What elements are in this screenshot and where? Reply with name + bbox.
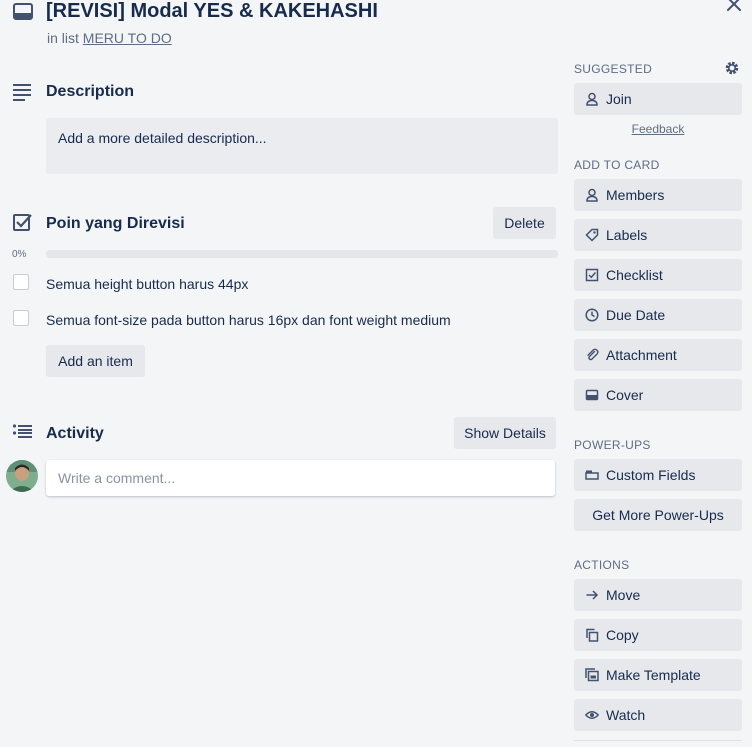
add-to-card-label: ADD TO CARD — [574, 158, 660, 172]
copy-button[interactable]: Copy — [574, 619, 742, 651]
in-list-text: in list MERU TO DO — [47, 29, 172, 47]
description-icon — [12, 81, 34, 103]
feedback-link[interactable]: Feedback — [574, 121, 742, 137]
due-date-label: Due Date — [606, 307, 666, 323]
make-template-label: Make Template — [606, 667, 701, 683]
checklist-item-checkbox[interactable] — [13, 310, 29, 326]
checklist-icon — [12, 213, 34, 235]
power-ups-label: POWER-UPS — [574, 438, 651, 452]
add-checklist-item-button[interactable]: Add an item — [46, 345, 145, 377]
get-more-power-ups-label: Get More Power-Ups — [592, 507, 724, 523]
template-icon — [584, 667, 600, 683]
cover-label: Cover — [606, 387, 644, 403]
custom-fields-button[interactable]: Custom Fields — [574, 459, 742, 491]
checklist-button[interactable]: Checklist — [574, 259, 742, 291]
cover-button[interactable]: Cover — [574, 379, 742, 411]
close-icon[interactable] — [722, 0, 746, 16]
in-list-prefix: in list — [47, 30, 79, 46]
get-more-power-ups-button[interactable]: Get More Power-Ups — [574, 499, 742, 531]
members-button[interactable]: Members — [574, 179, 742, 211]
watch-label: Watch — [606, 707, 646, 723]
person-icon — [584, 187, 600, 203]
actions-label: ACTIONS — [574, 558, 630, 572]
cover-icon — [584, 387, 600, 403]
clock-icon — [584, 307, 600, 323]
comment-input[interactable] — [46, 460, 555, 496]
labels-label: Labels — [606, 227, 648, 243]
activity-icon — [12, 423, 34, 445]
checklist-item-text[interactable]: Semua font-size pada button harus 16px d… — [46, 311, 451, 329]
person-icon — [584, 91, 600, 107]
make-template-button[interactable]: Make Template — [574, 659, 742, 691]
checklist-progress-percent: 0% — [12, 249, 27, 260]
tag-icon — [584, 227, 600, 243]
attachment-label: Attachment — [606, 347, 677, 363]
copy-icon — [584, 627, 600, 643]
copy-label: Copy — [606, 627, 639, 643]
due-date-button[interactable]: Due Date — [574, 299, 742, 331]
move-label: Move — [606, 587, 641, 603]
custom-fields-icon — [584, 467, 600, 483]
checklist-progress-bar — [46, 250, 558, 258]
description-heading: Description — [46, 83, 135, 100]
checklist-heading[interactable]: Poin yang Direvisi — [46, 214, 185, 234]
arrow-right-icon — [584, 587, 600, 603]
eye-icon — [584, 707, 600, 723]
delete-checklist-button[interactable]: Delete — [493, 207, 556, 239]
move-button[interactable]: Move — [574, 579, 742, 611]
description-editor[interactable]: Add a more detailed description... — [46, 118, 558, 174]
join-button[interactable]: Join — [574, 83, 742, 115]
show-details-button[interactable]: Show Details — [454, 417, 556, 449]
custom-fields-label: Custom Fields — [606, 467, 696, 483]
checklist-item-text[interactable]: Semua height button harus 44px — [46, 275, 248, 293]
divider — [574, 740, 742, 741]
checkbox-icon — [584, 267, 600, 283]
avatar[interactable] — [6, 460, 38, 492]
checklist-label: Checklist — [606, 267, 663, 283]
list-name-link[interactable]: MERU TO DO — [83, 30, 172, 46]
checklist-item-checkbox[interactable] — [13, 274, 29, 290]
activity-heading: Activity — [46, 425, 104, 442]
members-label: Members — [606, 187, 665, 203]
join-label: Join — [606, 91, 632, 107]
card-icon — [13, 3, 33, 21]
paperclip-icon — [584, 347, 600, 363]
gear-icon[interactable] — [723, 59, 741, 77]
labels-button[interactable]: Labels — [574, 219, 742, 251]
attachment-button[interactable]: Attachment — [574, 339, 742, 371]
suggested-label: SUGGESTED — [574, 62, 653, 76]
watch-button[interactable]: Watch — [574, 699, 742, 731]
card-title[interactable]: [REVISI] Modal YES & KAKEHASHI — [46, 0, 378, 25]
